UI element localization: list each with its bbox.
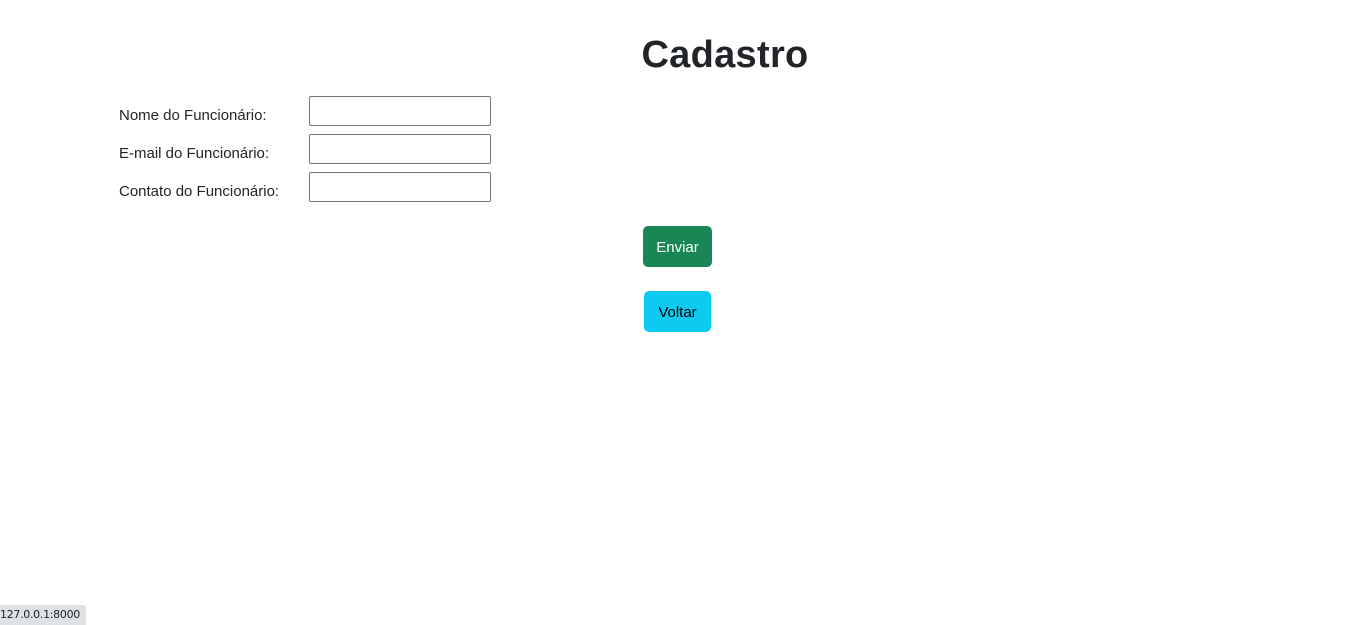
email-label: E-mail do Funcionário: [119, 144, 270, 162]
page-title: Cadastro [641, 34, 809, 76]
name-label: Nome do Funcionário: [119, 106, 267, 124]
status-bar-url: 127.0.0.1:8000 [0, 605, 86, 625]
contact-input[interactable] [309, 172, 491, 202]
email-row: E-mail do Funcionário: [119, 134, 491, 164]
contact-row: Contato do Funcionário: [119, 172, 491, 202]
name-input[interactable] [309, 96, 491, 126]
employee-form: Nome do Funcionário: E-mail do Funcionár… [119, 96, 491, 210]
contact-label: Contato do Funcionário: [119, 182, 280, 200]
name-row: Nome do Funcionário: [119, 96, 491, 126]
send-button[interactable]: Enviar [643, 226, 712, 267]
back-button[interactable]: Voltar [644, 291, 711, 332]
email-input[interactable] [309, 134, 491, 164]
